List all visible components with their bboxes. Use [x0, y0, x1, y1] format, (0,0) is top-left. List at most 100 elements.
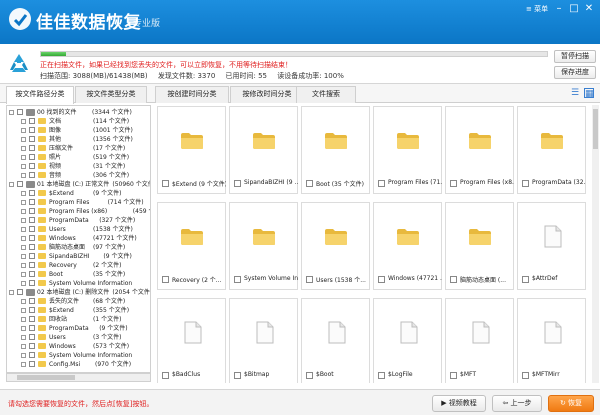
tree-row[interactable]: 图像 (1001 个文件) [7, 126, 150, 135]
save-progress-button[interactable]: 保存进度 [554, 66, 596, 79]
tree-checkbox[interactable] [29, 136, 35, 142]
tree-row[interactable]: SipandaBIZHI (9 个文件) [7, 252, 150, 261]
tile-checkbox[interactable] [306, 372, 313, 379]
tree-row[interactable]: 脑筋动态桌面 (97 个文件) [7, 243, 150, 252]
minimize-icon[interactable]: – [552, 3, 566, 15]
tree-row[interactable]: Boot (35 个文件) [7, 270, 150, 279]
tree-row[interactable]: Users (3 个文件) [7, 333, 150, 342]
expand-toggle-icon[interactable] [21, 362, 26, 367]
file-tile[interactable]: System Volume In... [229, 202, 298, 290]
tree-row[interactable]: 回收站 (1 个文件) [7, 315, 150, 324]
expand-toggle-icon[interactable] [21, 326, 26, 331]
tree-row[interactable]: ProgramData (327 个文件) [7, 216, 150, 225]
expand-toggle-icon[interactable] [21, 173, 26, 178]
expand-toggle-icon[interactable] [21, 209, 26, 214]
expand-toggle-icon[interactable] [21, 353, 26, 358]
tree-checkbox[interactable] [29, 325, 35, 331]
expand-toggle-icon[interactable] [21, 191, 26, 196]
tile-checkbox[interactable] [234, 180, 241, 187]
menu-button[interactable]: ≡ 菜单 [526, 4, 548, 14]
file-tile[interactable]: $BadClus [157, 298, 226, 383]
tree-checkbox[interactable] [29, 235, 35, 241]
tree-row[interactable]: Windows (573 个文件) [7, 342, 150, 351]
file-tile[interactable]: SipandaBIZHI (9 ... [229, 106, 298, 194]
expand-toggle-icon[interactable] [21, 119, 26, 124]
tile-checkbox[interactable] [378, 372, 385, 379]
tile-checkbox[interactable] [162, 180, 169, 187]
tile-checkbox[interactable] [162, 372, 169, 379]
tree-checkbox[interactable] [29, 190, 35, 196]
tree-checkbox[interactable] [29, 226, 35, 232]
expand-toggle-icon[interactable] [21, 308, 26, 313]
pause-scan-button[interactable]: 暂停扫描 [554, 50, 596, 63]
tile-checkbox[interactable] [450, 372, 457, 379]
tree-row[interactable]: Recovery (2 个文件) [7, 261, 150, 270]
tile-checkbox[interactable] [450, 180, 457, 187]
expand-toggle-icon[interactable] [21, 254, 26, 259]
tree-row[interactable]: 00 找到的文件 (3344 个文件) [7, 108, 150, 117]
file-tile[interactable]: Program Files (71... [373, 106, 442, 194]
tree-checkbox[interactable] [29, 352, 35, 358]
file-tile[interactable]: $AttrDef [517, 202, 586, 290]
tree-checkbox[interactable] [17, 289, 23, 295]
list-view-icon[interactable]: ☰ [570, 88, 580, 98]
tab-by-modified[interactable]: 按修改时间分类 [230, 86, 304, 103]
file-tile[interactable]: Program Files (x8... [445, 106, 514, 194]
tab-by-type[interactable]: 按文件类型分类 [75, 86, 147, 103]
tree-checkbox[interactable] [29, 253, 35, 259]
file-tile[interactable]: 脑筋动态桌面 (... [445, 202, 514, 290]
expand-toggle-icon[interactable] [9, 182, 14, 187]
tree-checkbox[interactable] [29, 343, 35, 349]
tree-checkbox[interactable] [29, 307, 35, 313]
expand-toggle-icon[interactable] [21, 245, 26, 250]
tile-checkbox[interactable] [378, 276, 385, 283]
recover-button[interactable]: ↻ 恢复 [548, 395, 594, 412]
maximize-icon[interactable]: □ [567, 3, 581, 15]
tree-checkbox[interactable] [29, 244, 35, 250]
tree-row[interactable]: 照片 (519 个文件) [7, 153, 150, 162]
tile-checkbox[interactable] [522, 372, 529, 379]
expand-toggle-icon[interactable] [21, 344, 26, 349]
expand-toggle-icon[interactable] [21, 137, 26, 142]
expand-toggle-icon[interactable] [21, 200, 26, 205]
expand-toggle-icon[interactable] [21, 281, 26, 286]
tree-row[interactable]: Program Files (x86) (459 个文件) [7, 207, 150, 216]
file-tile[interactable]: $Bitmap [229, 298, 298, 383]
expand-toggle-icon[interactable] [9, 110, 14, 115]
tree-row[interactable]: Windows (47721 个文件) [7, 234, 150, 243]
tree-row[interactable]: Users (1538 个文件) [7, 225, 150, 234]
tree-row[interactable]: 文档 (114 个文件) [7, 117, 150, 126]
file-tile[interactable]: $LogFile [373, 298, 442, 383]
file-tile[interactable]: $Boot [301, 298, 370, 383]
tile-checkbox[interactable] [234, 276, 241, 283]
previous-step-button[interactable]: ⇦ 上一步 [492, 395, 542, 412]
tree-checkbox[interactable] [29, 163, 35, 169]
tree-row[interactable]: ProgramData (9 个文件) [7, 324, 150, 333]
tile-checkbox[interactable] [450, 276, 457, 283]
tree-checkbox[interactable] [17, 109, 23, 115]
tree-checkbox[interactable] [29, 127, 35, 133]
tile-checkbox[interactable] [378, 180, 385, 187]
tree-row[interactable]: 丢失的文件 (68 个文件) [7, 297, 150, 306]
tree-checkbox[interactable] [29, 208, 35, 214]
file-tile[interactable]: Boot (35 个文件) [301, 106, 370, 194]
tree-checkbox[interactable] [29, 154, 35, 160]
tab-by-created[interactable]: 按创建时间分类 [155, 86, 229, 103]
expand-toggle-icon[interactable] [21, 236, 26, 241]
tree-checkbox[interactable] [29, 262, 35, 268]
file-tile[interactable]: Users (1538 个... [301, 202, 370, 290]
expand-toggle-icon[interactable] [21, 272, 26, 277]
expand-toggle-icon[interactable] [21, 155, 26, 160]
expand-toggle-icon[interactable] [21, 128, 26, 133]
tile-checkbox[interactable] [162, 276, 169, 283]
video-tutorial-button[interactable]: ▶ 视频教程 [432, 395, 486, 412]
tree-scroll-thumb[interactable] [17, 375, 75, 380]
tree-checkbox[interactable] [29, 217, 35, 223]
tree-row[interactable]: Program Files (714 个文件) [7, 198, 150, 207]
tile-checkbox[interactable] [234, 372, 241, 379]
tile-checkbox[interactable] [306, 276, 313, 283]
tree-row[interactable]: Config.Msi (970 个文件) [7, 360, 150, 369]
expand-toggle-icon[interactable] [21, 263, 26, 268]
tree-row[interactable]: $Extend (9 个文件) [7, 189, 150, 198]
expand-toggle-icon[interactable] [21, 335, 26, 340]
